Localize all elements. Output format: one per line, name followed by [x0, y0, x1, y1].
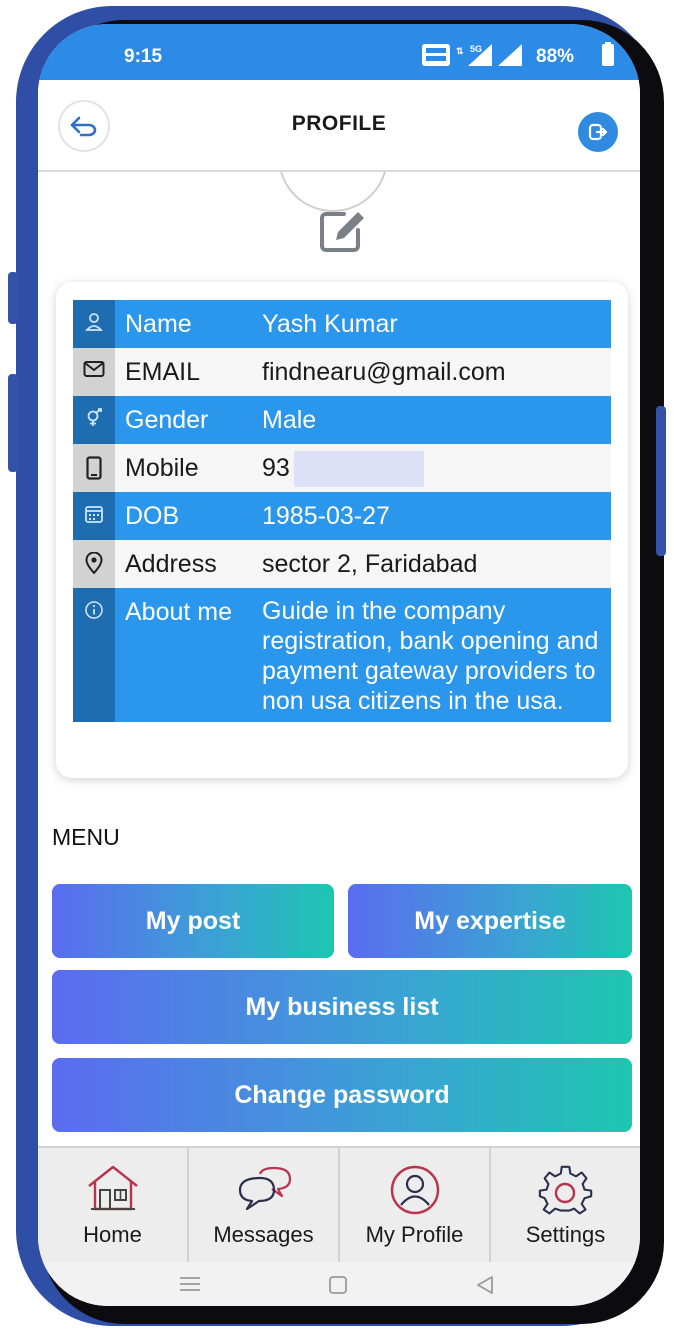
profile-label: Gender — [125, 406, 209, 434]
nav-home[interactable]: Home — [38, 1148, 189, 1264]
profile-row-address: Address sector 2, Faridabad — [73, 540, 611, 588]
status-bar: 9:15 ⇅ 5G 88% — [38, 24, 640, 80]
home-square-icon[interactable] — [327, 1274, 349, 1296]
my-business-list-button[interactable]: My business list — [52, 970, 632, 1044]
gear-icon — [538, 1165, 592, 1215]
signal-icons: ⇅ 5G — [422, 42, 614, 66]
profile-label: Mobile — [125, 454, 199, 482]
phone-screen: 9:15 ⇅ 5G 88% PROFILE Name Yash Kumar EM… — [38, 24, 640, 1306]
status-time: 9:15 — [124, 46, 163, 67]
signal-icon — [498, 44, 522, 66]
nav-my-profile[interactable]: My Profile — [340, 1148, 491, 1264]
nav-messages[interactable]: Messages — [189, 1148, 340, 1264]
profile-label: About me — [125, 598, 233, 626]
network-label: 5G — [470, 44, 482, 54]
my-post-button[interactable]: My post — [52, 884, 334, 958]
profile-icon — [390, 1165, 439, 1215]
profile-label: Name — [125, 310, 192, 338]
my-expertise-button[interactable]: My expertise — [348, 884, 632, 958]
battery-icon — [602, 44, 614, 66]
profile-card: Name Yash Kumar EMAIL findnearu@gmail.co… — [56, 282, 628, 778]
profile-value: Male — [262, 406, 317, 434]
profile-row-email: EMAIL findnearu@gmail.com — [73, 348, 611, 396]
mail-icon — [83, 361, 105, 377]
menu-lines-icon[interactable] — [178, 1274, 202, 1294]
profile-label: DOB — [125, 502, 180, 530]
back-triangle-icon[interactable] — [474, 1274, 496, 1296]
redacted-mask — [293, 451, 424, 488]
nav-label: Settings — [525, 1222, 606, 1247]
system-navigation-bar — [38, 1262, 640, 1306]
profile-label: EMAIL — [125, 358, 201, 386]
menu-heading: MENU — [52, 824, 120, 850]
profile-value: sector 2, Faridabad — [262, 550, 478, 578]
profile-value: findnearu@gmail.com — [262, 358, 506, 386]
profile-value: 1985-03-27 — [262, 502, 390, 530]
profile-row-mobile: Mobile 93 — [73, 444, 611, 492]
phone-icon — [86, 456, 102, 480]
battery-percent: 88% — [536, 46, 575, 67]
logout-icon — [588, 123, 608, 141]
volume-up-button — [8, 272, 18, 324]
volte-icon — [422, 44, 450, 66]
profile-info-table: Name Yash Kumar EMAIL findnearu@gmail.co… — [73, 300, 611, 722]
page-title-overlay: PROFILE — [291, 112, 387, 135]
nav-settings[interactable]: Settings — [491, 1148, 640, 1264]
profile-row-gender: Gender Male — [73, 396, 611, 444]
network-type-label: ⇅ — [456, 46, 464, 56]
nav-label: Messages — [213, 1222, 314, 1247]
location-pin-icon — [85, 552, 103, 574]
nav-label: My Profile — [365, 1222, 464, 1247]
profile-row-about: About me Guide in the company registrati… — [73, 588, 611, 722]
change-password-button[interactable]: Change password — [52, 1058, 632, 1132]
profile-value: 93 — [262, 454, 290, 482]
info-icon — [85, 601, 103, 619]
profile-value: Guide in the company registration, bank … — [262, 597, 599, 715]
profile-label: Address — [125, 550, 217, 578]
power-button — [656, 406, 666, 556]
gender-icon — [87, 408, 102, 426]
volume-down-button — [8, 374, 18, 472]
bottom-navigation: Home Messages My Profile Settings — [38, 1146, 640, 1264]
chat-icon — [238, 1166, 291, 1211]
profile-row-name: Name Yash Kumar — [73, 300, 611, 348]
logout-button-overlay[interactable] — [578, 112, 618, 152]
nav-label: Home — [83, 1222, 142, 1247]
edit-profile-icon[interactable] — [316, 204, 368, 256]
person-icon — [85, 313, 103, 331]
profile-row-dob: DOB 1985-03-27 — [73, 492, 611, 540]
calendar-icon — [85, 506, 103, 523]
profile-value: Yash Kumar — [262, 310, 398, 338]
home-icon — [87, 1165, 138, 1211]
